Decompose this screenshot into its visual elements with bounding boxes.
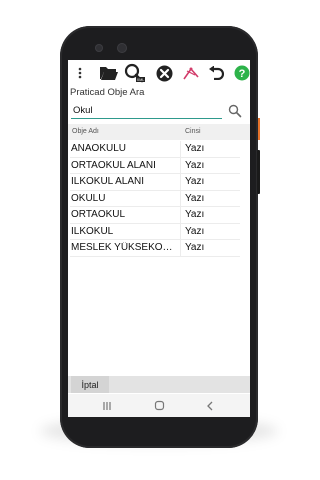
- row-type: Yazı: [185, 209, 205, 220]
- search-xml-icon[interactable]: XML: [124, 63, 146, 83]
- draw-path-icon[interactable]: [181, 63, 201, 83]
- back-icon[interactable]: [203, 399, 217, 412]
- row-type: Yazı: [185, 143, 205, 154]
- help-icon[interactable]: ?: [233, 63, 250, 83]
- row-name: MESLEK YÜKSEKOKULU: [71, 242, 179, 253]
- svg-text:XML: XML: [137, 78, 144, 82]
- recent-apps-icon[interactable]: [100, 399, 114, 412]
- table-row[interactable]: ORTAOKUL Yazı: [70, 207, 240, 224]
- front-camera: [117, 43, 127, 53]
- home-icon[interactable]: [152, 399, 166, 412]
- page-title: Praticad Obje Ara: [70, 87, 145, 98]
- toolbar: XML ?: [68, 60, 250, 86]
- row-name: OKULU: [71, 192, 106, 204]
- search-input[interactable]: [71, 102, 222, 119]
- undo-icon[interactable]: [207, 63, 225, 83]
- row-type: Yazı: [185, 192, 205, 204]
- row-type: Yazı: [185, 242, 205, 253]
- row-name: ORTAOKUL ALANI: [71, 159, 156, 171]
- row-type: Yazı: [185, 176, 205, 187]
- more-vert-icon[interactable]: [76, 63, 84, 83]
- sensor-dot: [95, 44, 103, 52]
- svg-text:?: ?: [239, 68, 246, 80]
- table-row[interactable]: ORTAOKUL ALANI Yazı: [70, 157, 240, 174]
- search-icon[interactable]: [228, 104, 242, 118]
- row-name: İLKOKUL: [71, 225, 114, 237]
- row-type: Yazı: [185, 225, 205, 237]
- system-nav-bar: [68, 394, 250, 417]
- power-button: [258, 118, 260, 140]
- result-table: ANAOKULU Yazı ORTAOKUL ALANI Yazı İLKOKUL …: [70, 141, 240, 257]
- column-header-name: Obje Adı: [72, 128, 99, 135]
- table-row[interactable]: İLKOKUL Yazı: [70, 223, 240, 240]
- table-row[interactable]: İLKOKUL ALANI Yazı: [70, 174, 240, 191]
- volume-button: [257, 150, 260, 194]
- table-header: Obje Adı Cinsi: [68, 124, 250, 140]
- app-screen: XML ? Praticad Obje Ara Obje Adı Cinsi A…: [68, 60, 250, 417]
- column-header-type: Cinsi: [185, 128, 201, 135]
- table-row[interactable]: ANAOKULU Yazı: [70, 141, 240, 158]
- cancel-button[interactable]: İptal: [71, 376, 109, 393]
- close-circle-icon[interactable]: [154, 63, 174, 83]
- row-type: Yazı: [185, 159, 205, 171]
- folder-open-icon[interactable]: [98, 63, 120, 83]
- table-row[interactable]: OKULU Yazı: [70, 190, 240, 207]
- table-row[interactable]: MESLEK YÜKSEKOKULU Yazı: [70, 240, 240, 257]
- row-name: İLKOKUL ALANI: [71, 176, 144, 187]
- row-name: ORTAOKUL: [71, 209, 126, 220]
- bottom-bar: İptal: [68, 376, 250, 393]
- row-name: ANAOKULU: [71, 143, 127, 154]
